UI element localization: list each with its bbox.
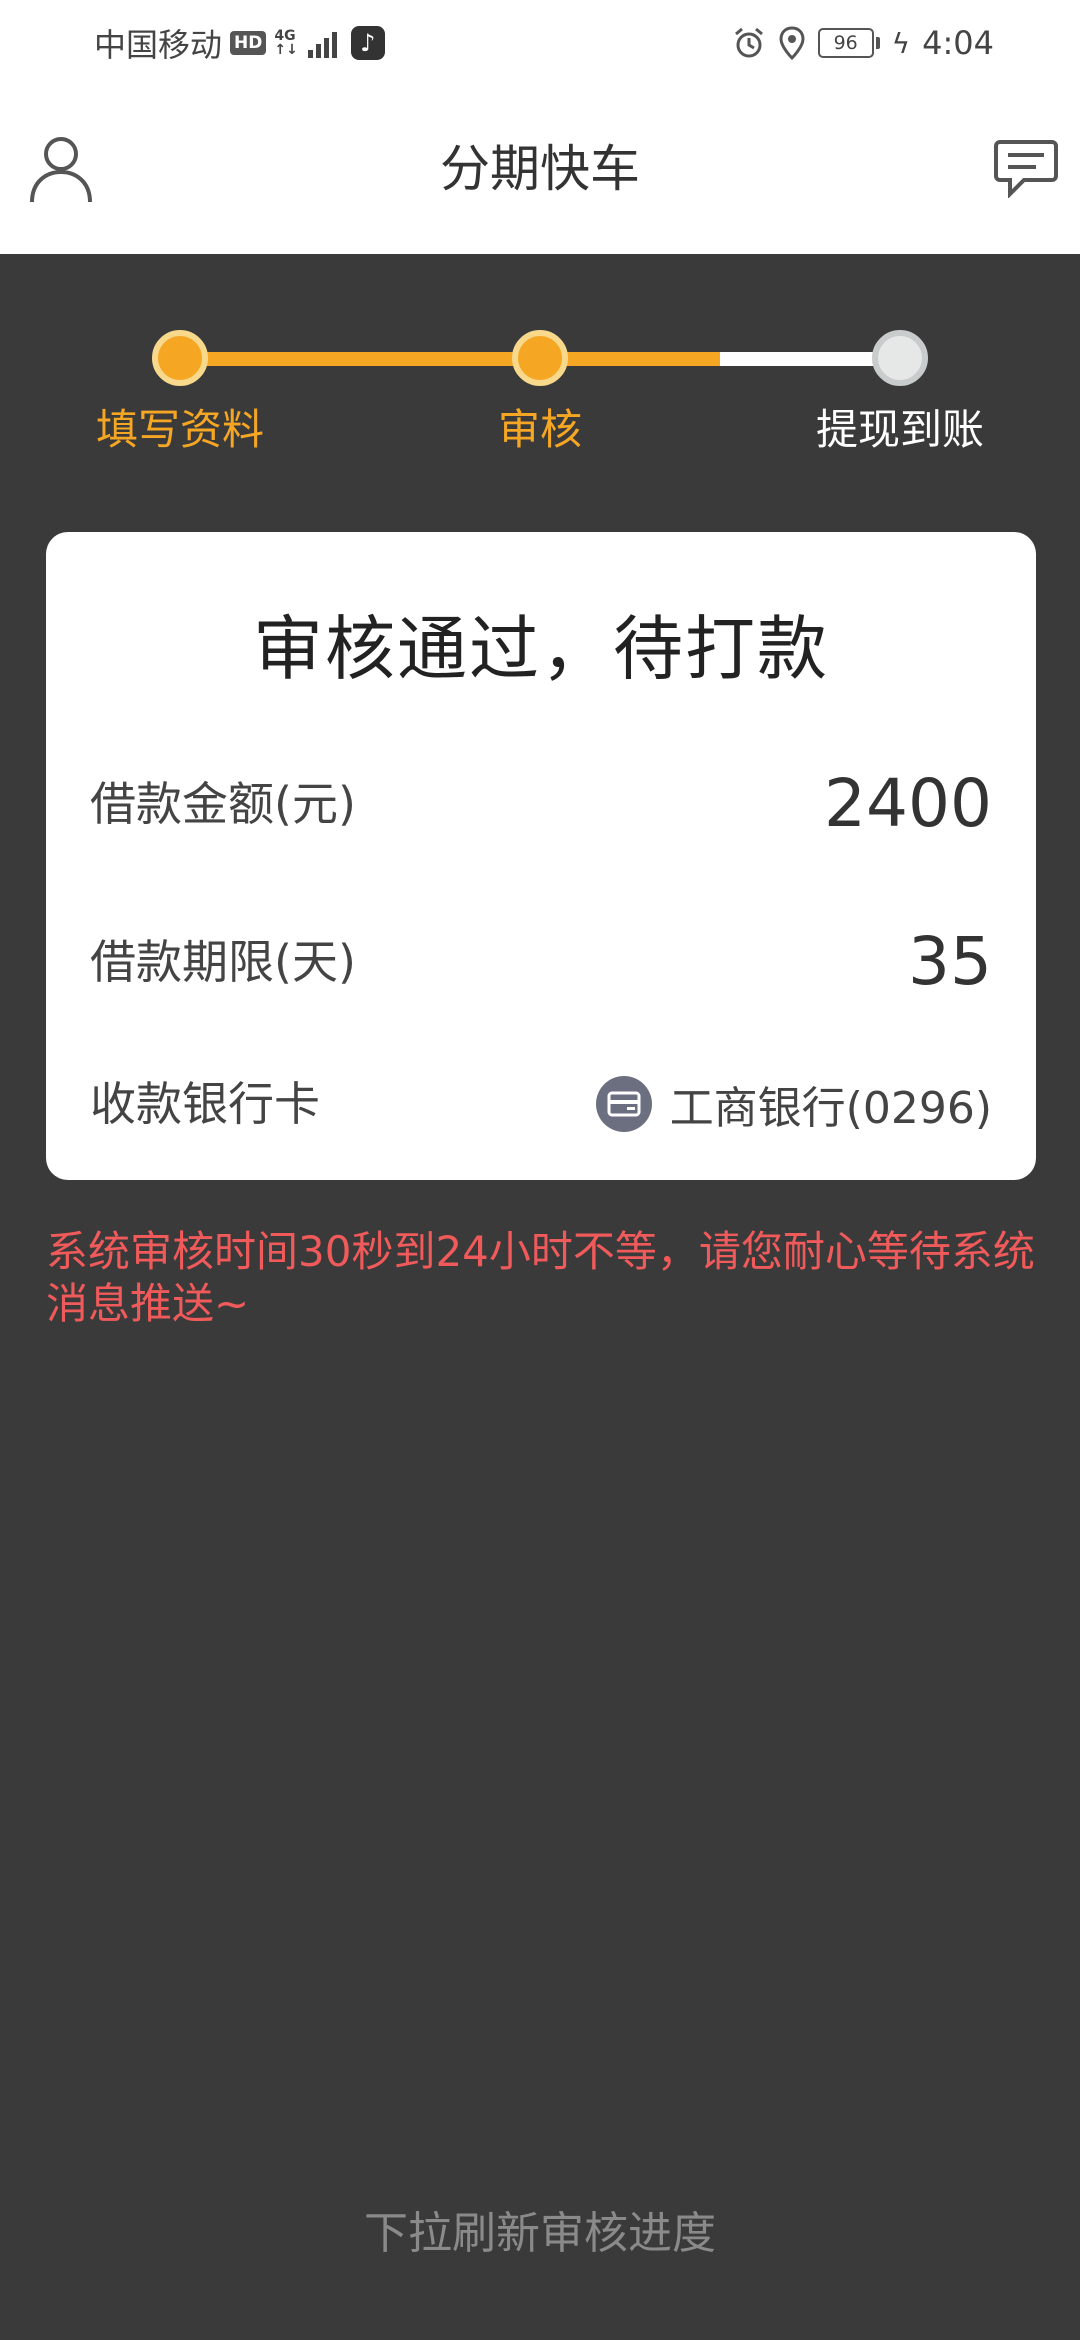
loan-amount-label: 借款金额(元)	[90, 777, 356, 831]
carrier-name: 中国移动	[94, 26, 223, 64]
progress-stepper: 填写资料 审核 提现到账	[0, 254, 1080, 494]
page-title: 分期快车	[440, 140, 640, 198]
step-dot-review	[512, 330, 568, 386]
loan-amount-value: 2400	[824, 765, 992, 842]
loan-term-row: 借款期限(天) 35	[90, 922, 992, 1002]
step-dot-withdraw	[872, 330, 928, 386]
loan-amount-row: 借款金额(元) 2400	[90, 764, 992, 844]
pull-to-refresh-hint[interactable]: 下拉刷新审核进度	[0, 2202, 1080, 2266]
review-status-title: 审核通过，待打款	[253, 608, 829, 690]
step-label-review: 审核	[497, 405, 582, 454]
bank-card-name: 工商银行(0296)	[669, 1083, 992, 1134]
charging-icon: ϟ	[891, 26, 911, 60]
clock-time: 4:04	[922, 24, 994, 62]
alarm-icon	[734, 27, 763, 58]
loan-status-card: 审核通过，待打款 借款金额(元) 2400 借款期限(天) 35 收款银行卡 工…	[46, 532, 1036, 1180]
battery-icon: 96	[817, 28, 880, 58]
bank-card-value: 工商银行(0296)	[595, 1064, 992, 1144]
loan-term-label: 借款期限(天)	[90, 935, 356, 989]
network-type: 4G ↑↓	[274, 28, 298, 58]
step-label-fill-info: 填写资料	[95, 405, 264, 454]
status-right: 96 ϟ 4:04	[732, 20, 994, 66]
status-left: 中国移动 HD 4G ↑↓ ♪	[94, 20, 385, 66]
hd-badge: HD	[230, 31, 267, 55]
bank-card-row: 收款银行卡 工商银行(0296)	[90, 1064, 992, 1144]
review-time-notice: 系统审核时间30秒到24小时不等，请您耐心等待系统消息推送~	[46, 1227, 1035, 1328]
step-dot-fill-info	[152, 330, 208, 386]
tiktok-notification-icon: ♪	[350, 26, 385, 60]
app-header: 分期快车	[0, 86, 1080, 254]
message-icon[interactable]	[994, 138, 1058, 198]
location-icon	[779, 26, 805, 60]
data-arrows-icon: ↑↓	[274, 42, 298, 58]
bank-card-label: 收款银行卡	[90, 1077, 320, 1131]
step-label-withdraw: 提现到账	[815, 405, 984, 454]
progress-track-completed	[180, 352, 540, 366]
status-bar: 中国移动 HD 4G ↑↓ ♪ 96 ϟ 4:04	[0, 0, 1080, 86]
battery-level: 96	[817, 28, 874, 58]
signal-icon	[307, 28, 337, 58]
bank-card-icon	[595, 1076, 652, 1132]
loan-term-value: 35	[908, 923, 992, 1000]
